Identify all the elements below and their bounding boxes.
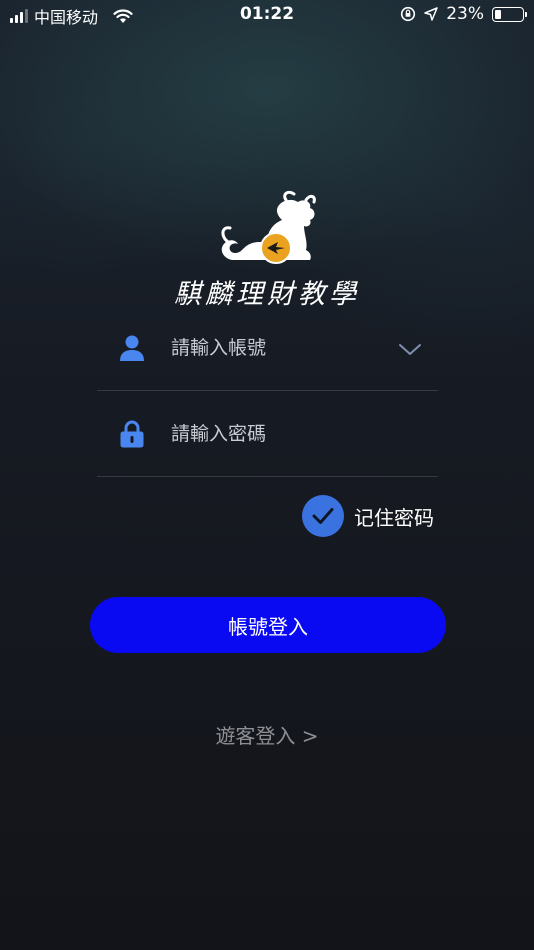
password-input[interactable] (171, 422, 381, 445)
status-bar: 中国移动 01:22 23% (0, 0, 534, 30)
battery-percent: 23% (446, 4, 484, 24)
remember-password-toggle[interactable]: 记住密码 (302, 495, 434, 537)
remember-label: 记住密码 (354, 505, 434, 530)
checkmark-icon (312, 508, 334, 524)
chevron-down-icon[interactable] (398, 343, 422, 357)
guest-login-link[interactable]: 遊客登入 > (0, 720, 534, 749)
app-logo: 騏麟理財教學 (0, 190, 534, 311)
rotation-lock-icon (401, 6, 416, 22)
location-arrow-icon (424, 7, 438, 21)
status-right: 23% (400, 4, 527, 24)
qilin-logo-icon (221, 190, 316, 264)
remember-checkbox[interactable] (302, 495, 344, 537)
user-icon (117, 333, 147, 363)
password-field (97, 391, 438, 477)
battery-icon (492, 6, 527, 22)
username-field (97, 305, 438, 391)
lock-icon (117, 419, 147, 449)
account-login-button[interactable]: 帳號登入 (90, 597, 446, 653)
username-input[interactable] (171, 336, 381, 359)
